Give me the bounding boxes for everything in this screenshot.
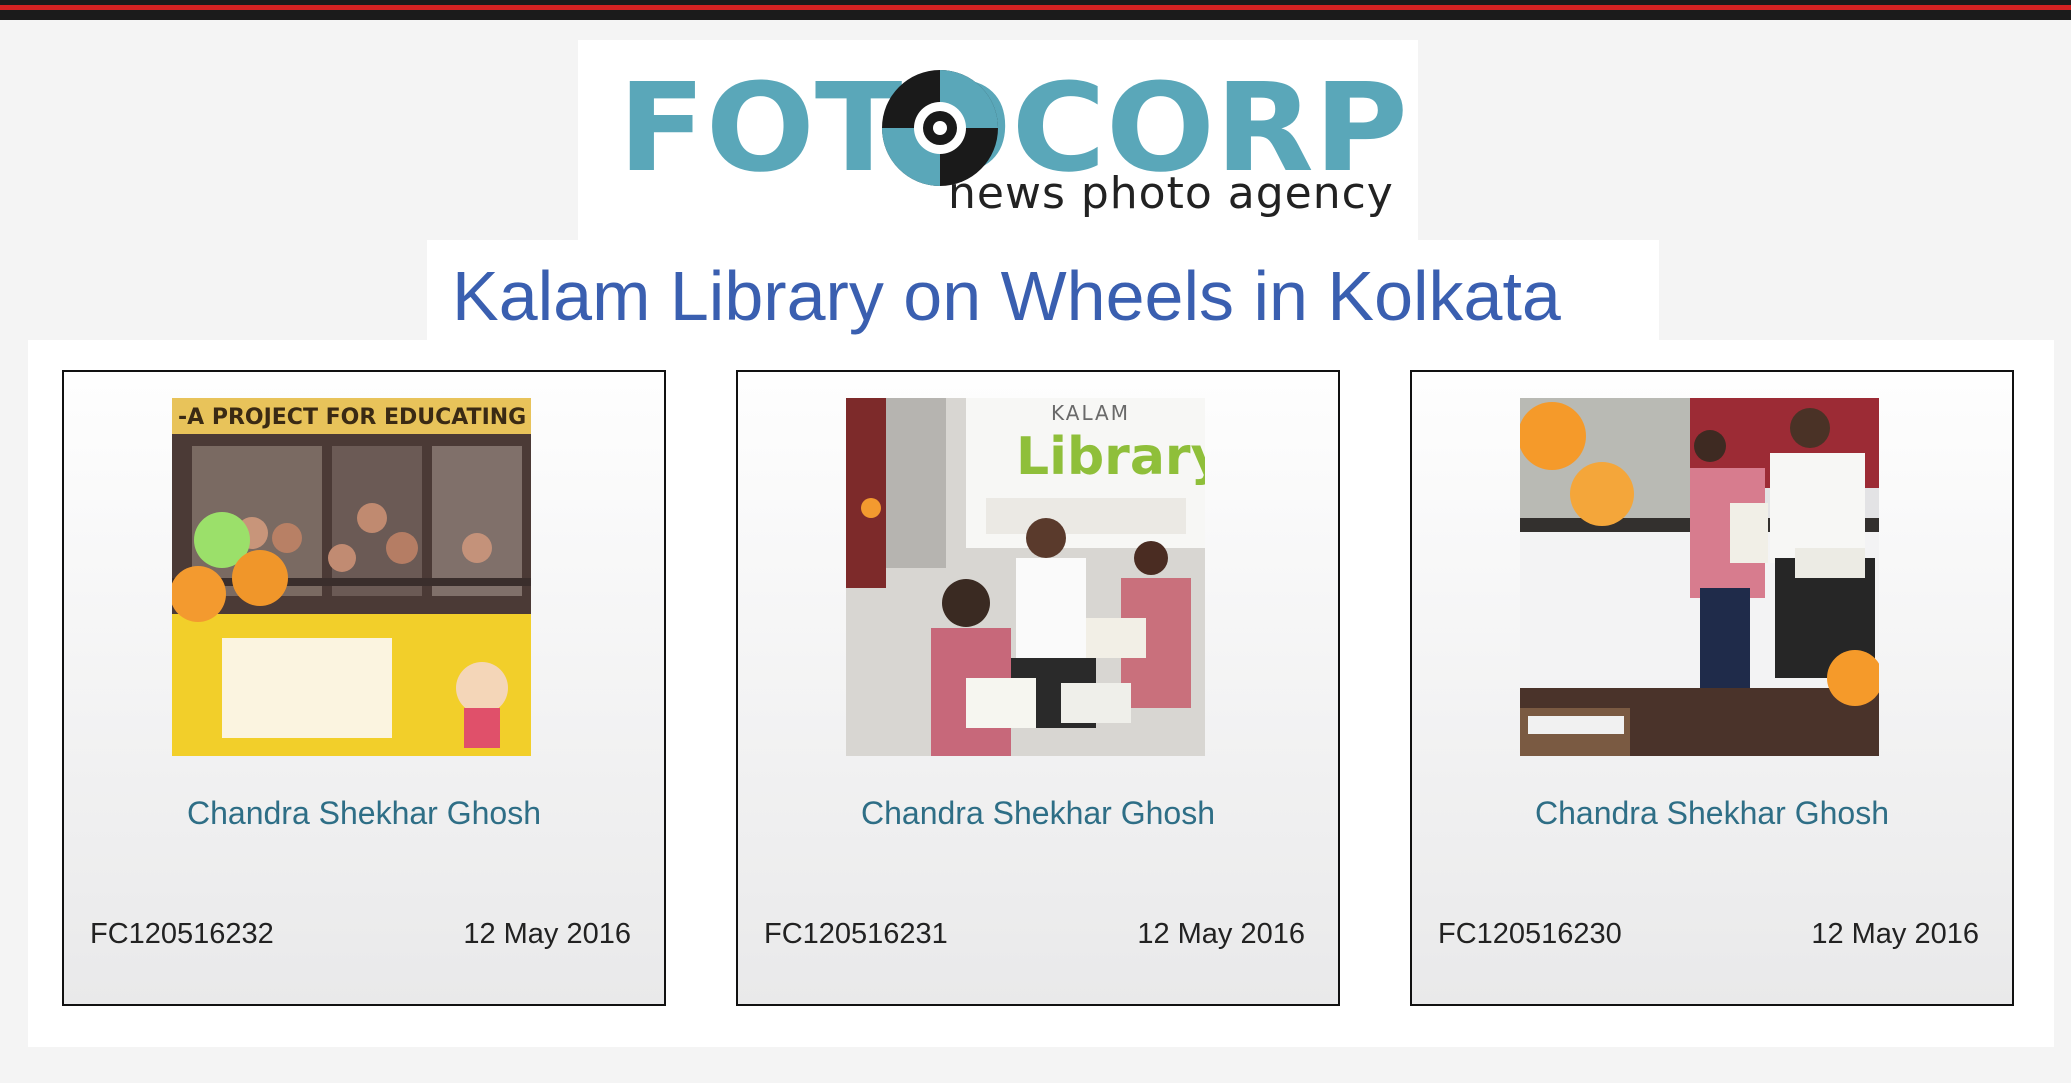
photo-thumbnail[interactable]: -A PROJECT FOR EDUCATING S xyxy=(172,398,531,756)
photo-card[interactable]: Chandra Shekhar Ghosh FC120516230 12 May… xyxy=(1410,370,2014,1006)
logo-tagline: news photo agency xyxy=(948,168,1394,219)
photo-date: 12 May 2016 xyxy=(463,918,631,950)
top-bar xyxy=(0,0,2071,20)
photographer-name[interactable]: Chandra Shekhar Ghosh xyxy=(1412,795,2012,832)
photo-code: FC120516232 xyxy=(90,918,274,950)
sign-main-text: Library xyxy=(1016,427,1205,487)
photo-date: 12 May 2016 xyxy=(1137,918,1305,950)
photo-date: 12 May 2016 xyxy=(1811,918,1979,950)
photo-grid: -A PROJECT FOR EDUCATING S Chandra Shekh… xyxy=(28,340,2054,1047)
site-logo[interactable]: FOTOCORP news photo agency xyxy=(578,40,1418,240)
bus-photo-image: -A PROJECT FOR EDUCATING S xyxy=(172,398,531,756)
gallery-title: Kalam Library on Wheels in Kolkata xyxy=(452,257,1561,335)
photo-card[interactable]: -A PROJECT FOR EDUCATING S Chandra Shekh… xyxy=(62,370,666,1006)
library-photo-image: KALAM Library xyxy=(846,398,1205,756)
photo-card[interactable]: KALAM Library Chandra Shekhar Ghosh FC12… xyxy=(736,370,1340,1006)
bus-banner-text: -A PROJECT FOR EDUCATING S xyxy=(178,405,531,430)
reading-photo-image xyxy=(1520,398,1879,756)
top-bar-red-line xyxy=(0,5,2071,10)
photo-thumbnail[interactable] xyxy=(1520,398,1879,756)
photo-code: FC120516231 xyxy=(764,918,948,950)
gallery-title-box: Kalam Library on Wheels in Kolkata xyxy=(427,240,1659,340)
photo-code: FC120516230 xyxy=(1438,918,1622,950)
photographer-name[interactable]: Chandra Shekhar Ghosh xyxy=(738,795,1338,832)
photographer-name[interactable]: Chandra Shekhar Ghosh xyxy=(64,795,664,832)
sign-top-text: KALAM xyxy=(1051,401,1130,425)
photo-thumbnail[interactable]: KALAM Library xyxy=(846,398,1205,756)
